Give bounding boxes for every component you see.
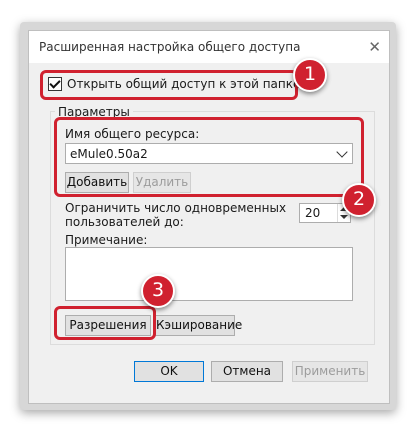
highlight-share-name-section	[54, 117, 364, 197]
limit-users-label-line1: Ограничить число одновременных	[65, 201, 287, 215]
apply-button[interactable]: Применить	[292, 361, 368, 382]
close-icon[interactable]: ✕	[368, 38, 381, 56]
limit-users-label-line2: пользователей до:	[65, 215, 184, 229]
caching-button[interactable]: Кэширование	[155, 315, 242, 336]
step-badge-1: 1	[293, 58, 327, 92]
highlight-share-checkbox	[40, 70, 298, 100]
dialog-title: Расширенная настройка общего доступа	[39, 40, 301, 54]
title-bar: Расширенная настройка общего доступа ✕	[29, 31, 389, 63]
user-limit-value: 20	[305, 206, 321, 220]
note-label: Примечание:	[65, 233, 148, 247]
step-badge-2: 2	[342, 183, 376, 217]
spinner-down-icon[interactable]	[340, 215, 348, 219]
step-badge-3: 3	[141, 274, 175, 308]
cancel-button[interactable]: Отмена	[211, 361, 283, 382]
highlight-permissions-button	[54, 306, 156, 340]
ok-button[interactable]: OK	[134, 361, 204, 382]
note-textarea[interactable]	[65, 247, 353, 301]
